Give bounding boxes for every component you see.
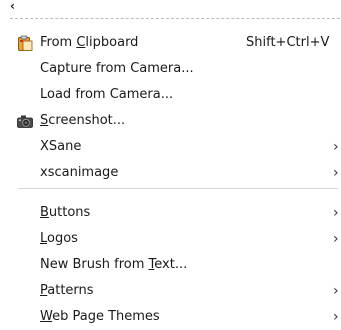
menu-separator: [18, 188, 338, 189]
label-part: Capture from Camera...: [40, 61, 194, 76]
chevron-right-icon: ›: [333, 165, 339, 181]
label-part: lipboard: [85, 35, 139, 50]
menu-item-xsane[interactable]: XSane ›: [0, 134, 341, 160]
label-part: XSane: [40, 139, 82, 154]
label-part: uttons: [48, 205, 91, 220]
menu-item-web-page-themes[interactable]: Web Page Themes ›: [0, 304, 341, 330]
mnemonic: W: [40, 309, 53, 324]
mnemonic: L: [40, 231, 48, 246]
menu-item-screenshot[interactable]: Screenshot...: [0, 108, 341, 134]
chevron-right-icon: ›: [333, 139, 339, 155]
label-part: xscanimage: [40, 165, 119, 180]
camera-icon: [17, 115, 33, 128]
create-menu: ‹ From Clipboard Shift+Ctrl+V Capture fr…: [0, 0, 341, 327]
chevron-right-icon: ›: [333, 205, 339, 221]
menu-item-from-clipboard[interactable]: From Clipboard Shift+Ctrl+V: [0, 30, 341, 56]
menu-item-logos[interactable]: Logos ›: [0, 226, 341, 252]
menu-item-new-brush-from-text[interactable]: New Brush from Text...: [0, 252, 341, 278]
label-part: ogos: [47, 231, 78, 246]
tearoff-dashed-line: [10, 18, 340, 19]
label-part: atterns: [47, 283, 94, 298]
label-part: From: [40, 35, 77, 50]
mnemonic: B: [40, 205, 49, 220]
shortcut-label: Shift+Ctrl+V: [246, 35, 330, 50]
chevron-right-icon: ›: [333, 231, 339, 247]
menu-item-buttons[interactable]: Buttons ›: [0, 200, 341, 226]
clipboard-icon: [18, 35, 33, 51]
menu-item-patterns[interactable]: Patterns ›: [0, 278, 341, 304]
menu-item-load-from-camera[interactable]: Load from Camera...: [0, 82, 341, 108]
label-part: New Brush from: [40, 257, 149, 272]
label-part: eb Page Themes: [52, 309, 160, 324]
label-part: Load from Camera...: [40, 87, 174, 102]
menu-item-capture-from-camera[interactable]: Capture from Camera...: [0, 56, 341, 82]
chevron-right-icon: ›: [333, 309, 339, 325]
chevron-right-icon: ›: [333, 283, 339, 299]
menu-item-xscanimage[interactable]: xscanimage ›: [0, 160, 341, 186]
tearoff-arrow-icon: ‹: [10, 0, 15, 13]
label-part: creenshot...: [48, 113, 126, 128]
tearoff-handle[interactable]: ‹: [10, 0, 340, 19]
label-part: ext...: [154, 257, 188, 272]
